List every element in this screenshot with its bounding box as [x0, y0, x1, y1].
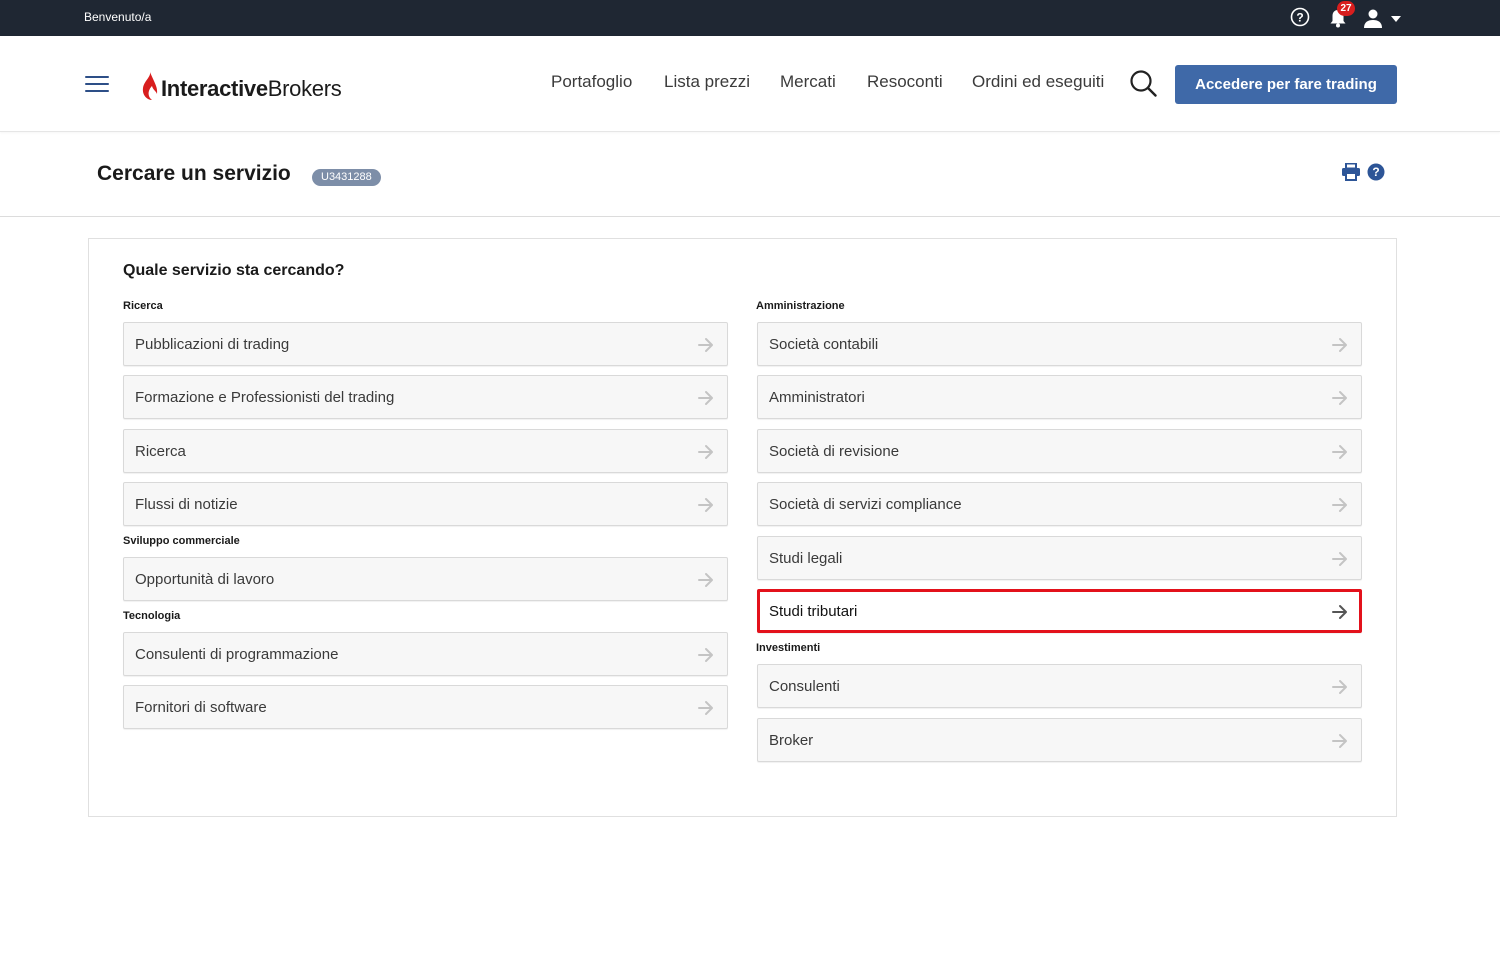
trade-login-button[interactable]: Accedere per fare trading	[1175, 65, 1397, 104]
nav-ordini-ed-eseguiti[interactable]: Ordini ed eseguiti	[972, 72, 1104, 92]
section-label-amministrazione: Amministrazione	[756, 300, 845, 312]
arrow-right-icon	[1332, 552, 1347, 566]
section-label-sviluppo-commerciale: Sviluppo commerciale	[123, 535, 240, 547]
arrow-right-icon	[698, 498, 713, 512]
nav-portafoglio[interactable]: Portafoglio	[551, 72, 632, 92]
service-item-label: Amministratori	[769, 389, 865, 406]
arrow-right-icon	[1332, 498, 1347, 512]
menu-icon[interactable]	[85, 76, 109, 94]
service-item-label: Società di servizi compliance	[769, 496, 962, 513]
logo-flame-icon	[142, 72, 158, 100]
print-icon[interactable]	[1341, 163, 1361, 181]
service-item[interactable]: Flussi di notizie	[123, 482, 728, 526]
account-id-badge: U3431288	[312, 169, 381, 186]
arrow-right-icon	[698, 338, 713, 352]
page-title: Cercare un servizio	[97, 162, 291, 185]
service-item[interactable]: Formazione e Professionisti del trading	[123, 375, 728, 419]
brand-logo[interactable]: Interactive Brokers	[140, 68, 342, 102]
welcome-text: Benvenuto/a	[84, 10, 152, 24]
service-item[interactable]: Studi legali	[757, 536, 1362, 580]
service-item[interactable]: Società di servizi compliance	[757, 482, 1362, 526]
nav-resoconti[interactable]: Resoconti	[867, 72, 943, 92]
arrow-right-icon	[698, 391, 713, 405]
service-item[interactable]: Fornitori di software	[123, 685, 728, 729]
section-label-investimenti: Investimenti	[756, 642, 821, 654]
service-item[interactable]: Ricerca	[123, 429, 728, 473]
service-item[interactable]: Società di revisione	[757, 429, 1362, 473]
service-item-label: Società di revisione	[769, 443, 900, 460]
service-item-label: Studi tributari	[769, 603, 858, 620]
user-icon[interactable]	[1362, 7, 1384, 29]
help-circle-icon[interactable]: ?	[1290, 7, 1310, 27]
arrow-right-icon	[698, 701, 713, 715]
arrow-right-icon	[1332, 680, 1347, 694]
arrow-right-icon	[1332, 734, 1347, 748]
service-item-label: Studi legali	[769, 550, 843, 567]
arrow-right-icon	[1332, 605, 1347, 619]
section-label-ricerca: Ricerca	[123, 300, 163, 312]
service-item[interactable]: Consulenti	[757, 664, 1362, 708]
arrow-right-icon	[698, 573, 713, 587]
brand-name-bold: Interactive	[161, 76, 268, 101]
service-item-label: Fornitori di software	[135, 699, 267, 716]
service-item-highlighted[interactable]: Studi tributari	[757, 589, 1362, 633]
service-item-label: Consulenti di programmazione	[135, 646, 339, 663]
service-item[interactable]: Società contabili	[757, 322, 1362, 366]
caret-down-icon[interactable]	[1391, 16, 1401, 22]
service-item-label: Formazione e Professionisti del trading	[135, 389, 395, 406]
service-item-label: Opportunità di lavoro	[135, 571, 275, 588]
service-item[interactable]: Broker	[757, 718, 1362, 762]
service-item-label: Ricerca	[135, 443, 186, 460]
arrow-right-icon	[1332, 445, 1347, 459]
main-header: Interactive Brokers Portafoglio Lista pre…	[0, 36, 1500, 132]
service-item[interactable]: Consulenti di programmazione	[123, 632, 728, 676]
service-item-label: Consulenti	[769, 678, 840, 695]
svg-text:?: ?	[1296, 10, 1303, 24]
service-item[interactable]: Opportunità di lavoro	[123, 557, 728, 601]
service-item-label: Società contabili	[769, 336, 879, 353]
search-icon[interactable]	[1129, 69, 1157, 97]
help-icon[interactable]: ?	[1367, 163, 1385, 181]
notification-badge[interactable]: 27	[1337, 1, 1355, 16]
panel-title: Quale servizio sta cercando?	[123, 262, 345, 279]
service-item-label: Pubblicazioni di trading	[135, 336, 290, 353]
nav-lista-prezzi[interactable]: Lista prezzi	[664, 72, 750, 92]
service-item[interactable]: Pubblicazioni di trading	[123, 322, 728, 366]
arrow-right-icon	[698, 648, 713, 662]
arrow-right-icon	[698, 445, 713, 459]
page-title-row: Cercare un servizio U3431288 ?	[0, 133, 1500, 217]
svg-text:?: ?	[1372, 165, 1379, 179]
brand-name-light: Brokers	[267, 76, 342, 101]
service-item[interactable]: Amministratori	[757, 375, 1362, 419]
arrow-right-icon	[1332, 391, 1347, 405]
service-item-label: Broker	[769, 732, 814, 749]
arrow-right-icon	[1332, 338, 1347, 352]
nav-mercati[interactable]: Mercati	[780, 72, 836, 92]
section-label-tecnologia: Tecnologia	[123, 610, 181, 622]
service-item-label: Flussi di notizie	[135, 496, 238, 513]
top-bar: Benvenuto/a ? 27	[0, 0, 1500, 36]
